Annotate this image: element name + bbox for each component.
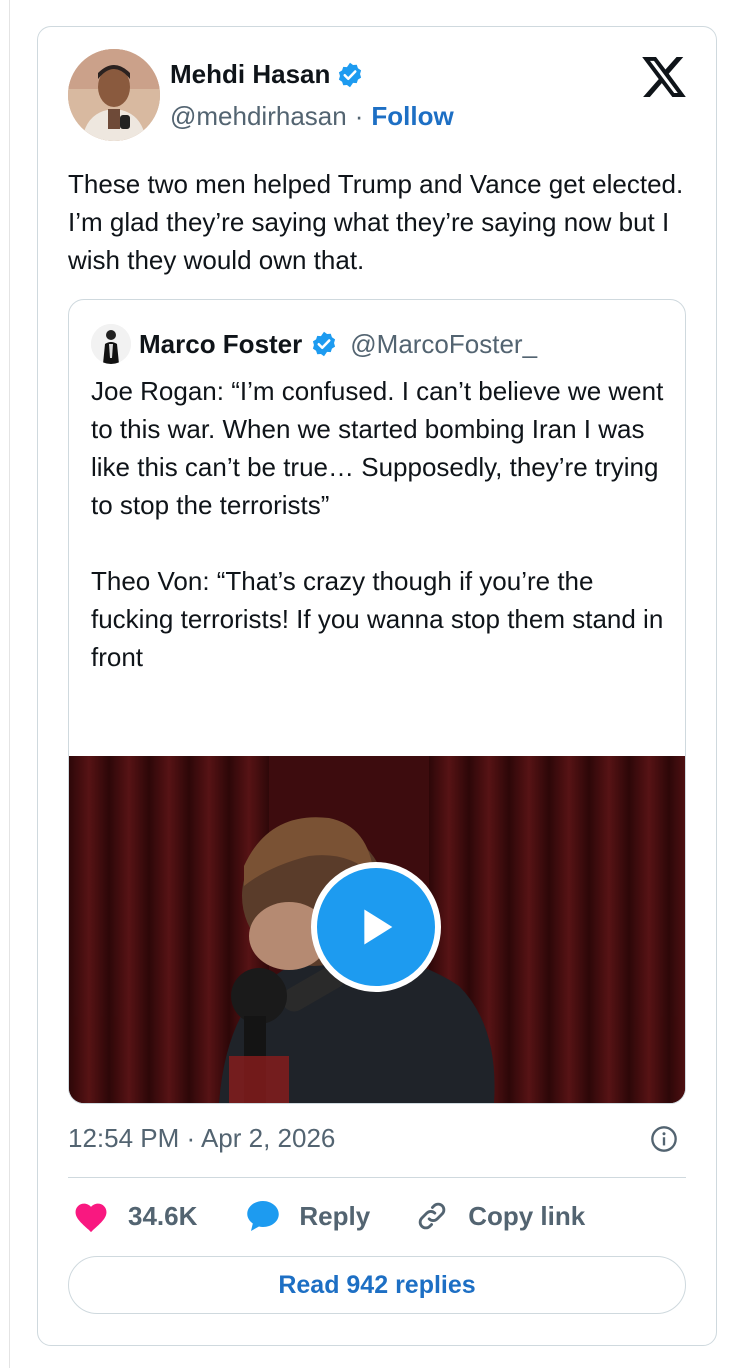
- copy-link-button[interactable]: Copy link: [414, 1199, 585, 1233]
- author-handle[interactable]: @mehdirhasan: [170, 101, 347, 132]
- x-logo-icon[interactable]: [642, 57, 686, 97]
- author-name[interactable]: Mehdi Hasan: [170, 59, 330, 90]
- follow-button[interactable]: Follow: [371, 101, 453, 132]
- read-replies-button[interactable]: Read 942 replies: [68, 1256, 686, 1314]
- play-icon: [364, 909, 393, 945]
- video-thumbnail[interactable]: [69, 756, 685, 1103]
- like-count: 34.6K: [128, 1200, 198, 1231]
- quoted-author-name[interactable]: Marco Foster: [139, 329, 302, 360]
- reply-bubble-icon: [247, 1201, 280, 1231]
- handle-separator: ·: [354, 101, 364, 131]
- divider: [68, 1177, 686, 1178]
- heart-icon: [75, 1203, 107, 1233]
- page-edge: [0, 0, 10, 1368]
- copy-link-label: Copy link: [468, 1200, 586, 1231]
- like-button[interactable]: 34.6K: [72, 1199, 197, 1233]
- verified-icon: [339, 62, 362, 87]
- reply-label: Reply: [299, 1200, 371, 1231]
- info-icon[interactable]: [650, 1125, 678, 1153]
- quoted-tweet[interactable]: Marco Foster @MarcoFoster_ Joe Rogan: “I…: [68, 299, 686, 1104]
- link-icon: [418, 1202, 446, 1230]
- tweet-embed-card: Mehdi Hasan @mehdirhasan · Follow These …: [37, 26, 717, 1346]
- action-bar: 34.6K Reply Copy link: [72, 1199, 585, 1233]
- verified-icon: [313, 331, 336, 357]
- quoted-author-handle[interactable]: @MarcoFoster_: [350, 329, 537, 360]
- author-avatar[interactable]: [68, 49, 160, 141]
- reply-button[interactable]: Reply: [245, 1199, 370, 1233]
- tweet-timestamp[interactable]: 12:54 PM · Apr 2, 2026: [68, 1123, 335, 1154]
- quoted-tweet-text: Joe Rogan: “I’m confused. I can’t believ…: [91, 376, 664, 672]
- tweet-text: These two men helped Trump and Vance get…: [68, 169, 684, 275]
- play-button[interactable]: [311, 862, 441, 992]
- quoted-author-avatar[interactable]: [91, 324, 131, 364]
